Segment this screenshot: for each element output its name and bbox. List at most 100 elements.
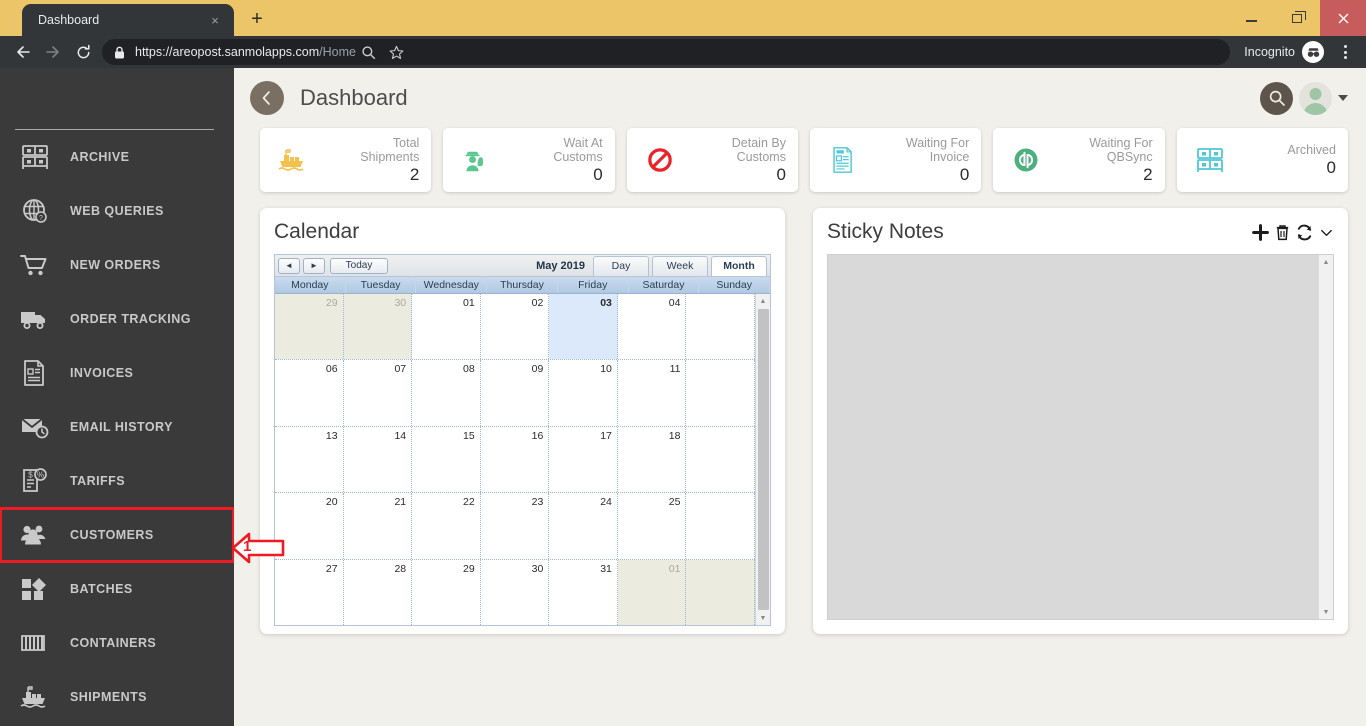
delete-note-icon[interactable]	[1275, 224, 1290, 241]
calendar-day-cell[interactable]: 24	[549, 493, 618, 559]
calendar-scroll-thumb[interactable]	[757, 309, 769, 610]
cargo-ship-icon	[270, 147, 316, 173]
stat-card[interactable]: Total Shipments 2	[260, 128, 432, 192]
calendar-day-cell[interactable]: 27	[275, 559, 344, 625]
scroll-down-arrow[interactable]: ▼	[756, 611, 770, 625]
sidebar-item-customers[interactable]: CUSTOMERS	[0, 507, 234, 563]
calendar-day-cell[interactable]: 02	[481, 294, 550, 360]
stat-card[interactable]: Detain By Customs 0	[626, 128, 798, 192]
browser-tab[interactable]: Dashboard ×	[22, 4, 234, 36]
calendar-day-cell[interactable]: 10	[549, 360, 618, 426]
stat-label-line1: Total	[392, 135, 420, 150]
chevron-down-icon[interactable]	[1338, 95, 1348, 101]
minimize-button[interactable]	[1228, 0, 1274, 36]
calendar-day-cell[interactable]: 06	[275, 360, 344, 426]
refresh-icon[interactable]	[1296, 224, 1313, 241]
calendar-prev-button[interactable]: ◄	[278, 257, 300, 274]
stat-card[interactable]: Waiting For Invoice 0	[809, 128, 982, 192]
calendar-day-cell[interactable]: 28	[344, 559, 413, 625]
kebab-menu-icon[interactable]	[1332, 45, 1358, 59]
customs-officer-icon	[465, 151, 484, 172]
calendar-day-cell[interactable]	[686, 294, 756, 360]
calendar-scrollbar[interactable]: ▲ ▼	[755, 294, 770, 625]
stat-card[interactable]: Wait At Customs 0	[443, 128, 615, 192]
scroll-down-arrow[interactable]: ▼	[1319, 605, 1333, 619]
calendar-day-cell[interactable]: 17	[549, 426, 618, 493]
calendar-view-month[interactable]: Month	[711, 255, 767, 276]
sidebar-item-invoices[interactable]: INVOICES	[0, 346, 234, 400]
browser-back-button[interactable]	[8, 38, 38, 66]
calendar-day-cell[interactable]: 30	[481, 559, 550, 625]
calendar-day-cell[interactable]: 30	[343, 294, 413, 360]
calendar-day-cell[interactable]: 18	[618, 426, 687, 493]
page-search-icon[interactable]	[356, 39, 382, 65]
calendar-day-cell[interactable]: 11	[618, 360, 687, 426]
calendar-day-cell[interactable]: 29	[275, 294, 344, 360]
calendar-day-cell[interactable]	[686, 426, 756, 493]
calendar-day-cell[interactable]: 13	[275, 426, 344, 493]
calendar-day-cell[interactable]: 01	[412, 294, 481, 360]
calendar-day-cell[interactable]: 16	[481, 426, 550, 493]
incognito-indicator[interactable]: Incognito	[1244, 41, 1324, 63]
sticky-notes-content[interactable]	[828, 255, 1318, 619]
back-button[interactable]	[250, 81, 284, 115]
calendar-title: Calendar	[274, 220, 360, 243]
calendar-day-cell[interactable]	[686, 360, 756, 426]
sidebar-item-new-orders[interactable]: NEW ORDERS	[0, 238, 234, 292]
maximize-button[interactable]	[1274, 0, 1320, 36]
avatar[interactable]	[1299, 81, 1332, 115]
calendar-day-cell[interactable]: 01	[617, 559, 687, 625]
calendar-day-cell[interactable]: 31	[549, 559, 618, 625]
sidebar-item-label: SHIPMENTS	[70, 690, 147, 704]
calendar-day-cell[interactable]: 07	[344, 360, 413, 426]
calendar-day-cell[interactable]: 03	[549, 294, 618, 360]
sticky-notes-scrollbar[interactable]: ▲ ▼	[1318, 255, 1333, 619]
calendar-view-week[interactable]: Week	[652, 255, 708, 276]
calendar-grid[interactable]: 29 30 01 02 03 04 06 07 08 09 10 11 13 14 15 16 17 18 20 21…	[275, 294, 756, 625]
sidebar-item-tariffs[interactable]: $ % TARIFFS	[0, 454, 234, 508]
star-icon[interactable]	[384, 39, 410, 65]
chevron-down-icon[interactable]	[1319, 225, 1334, 240]
calendar-month-label: May 2019	[536, 259, 585, 272]
calendar-day-cell[interactable]: 22	[412, 493, 481, 559]
scroll-up-arrow[interactable]: ▲	[756, 294, 770, 308]
browser-forward-button[interactable]	[38, 38, 68, 66]
calendar-view-day[interactable]: Day	[593, 255, 649, 276]
sidebar-item-containers[interactable]: CONTAINERS	[0, 616, 234, 670]
sidebar-item-archive[interactable]: ARCHIVE	[0, 130, 234, 184]
close-window-button[interactable]	[1320, 0, 1366, 36]
calendar-day-cell[interactable]: 14	[344, 426, 413, 493]
calendar-day-cell[interactable]	[686, 559, 756, 625]
search-icon	[1269, 90, 1285, 106]
sidebar-item-email-history[interactable]: EMAIL HISTORY	[0, 400, 234, 454]
omnibox-actions	[356, 39, 414, 65]
calendar-day-cell[interactable]: 25	[618, 493, 687, 559]
browser-reload-button[interactable]	[68, 38, 98, 66]
url-bar[interactable]: https://areopost.sanmolapps.com/Home	[102, 39, 1231, 65]
sidebar-item-web-queries[interactable]: ? WEB QUERIES	[0, 184, 234, 238]
search-button[interactable]	[1260, 81, 1293, 115]
sidebar-item-shipments[interactable]: SHIPMENTS	[0, 670, 234, 724]
sticky-notes-panel: Sticky Notes ▲ ▼	[813, 208, 1348, 634]
calendar-next-button[interactable]: ►	[303, 257, 325, 274]
calendar-day-cell[interactable]: 08	[412, 360, 481, 426]
stat-card[interactable]: Archived 0	[1176, 128, 1348, 192]
calendar-day-cell[interactable]	[686, 493, 756, 559]
calendar-day-cell[interactable]: 21	[344, 493, 413, 559]
sidebar-item-batches[interactable]: BATCHES	[0, 562, 234, 616]
calendar-today-button[interactable]: Today	[330, 257, 388, 274]
calendar-day-cell[interactable]: 04	[618, 294, 687, 360]
calendar-day-cell[interactable]: 23	[481, 493, 550, 559]
calendar-panel-header: Calendar	[274, 220, 771, 244]
calendar-day-cell[interactable]: 15	[412, 426, 481, 493]
scroll-up-arrow[interactable]: ▲	[1319, 255, 1333, 269]
new-tab-button[interactable]: +	[242, 4, 272, 34]
stat-card[interactable]: Waiting For QBSync 2	[993, 128, 1165, 192]
sidebar-item-order-tracking[interactable]: ORDER TRACKING	[0, 292, 234, 346]
calendar-day-cell[interactable]: 09	[481, 360, 550, 426]
add-note-icon[interactable]	[1252, 223, 1269, 241]
stat-value: 2	[1143, 164, 1153, 184]
close-tab-icon[interactable]: ×	[206, 11, 224, 29]
calendar-dayname: Saturday	[629, 277, 700, 293]
calendar-day-cell[interactable]: 29	[412, 559, 481, 625]
